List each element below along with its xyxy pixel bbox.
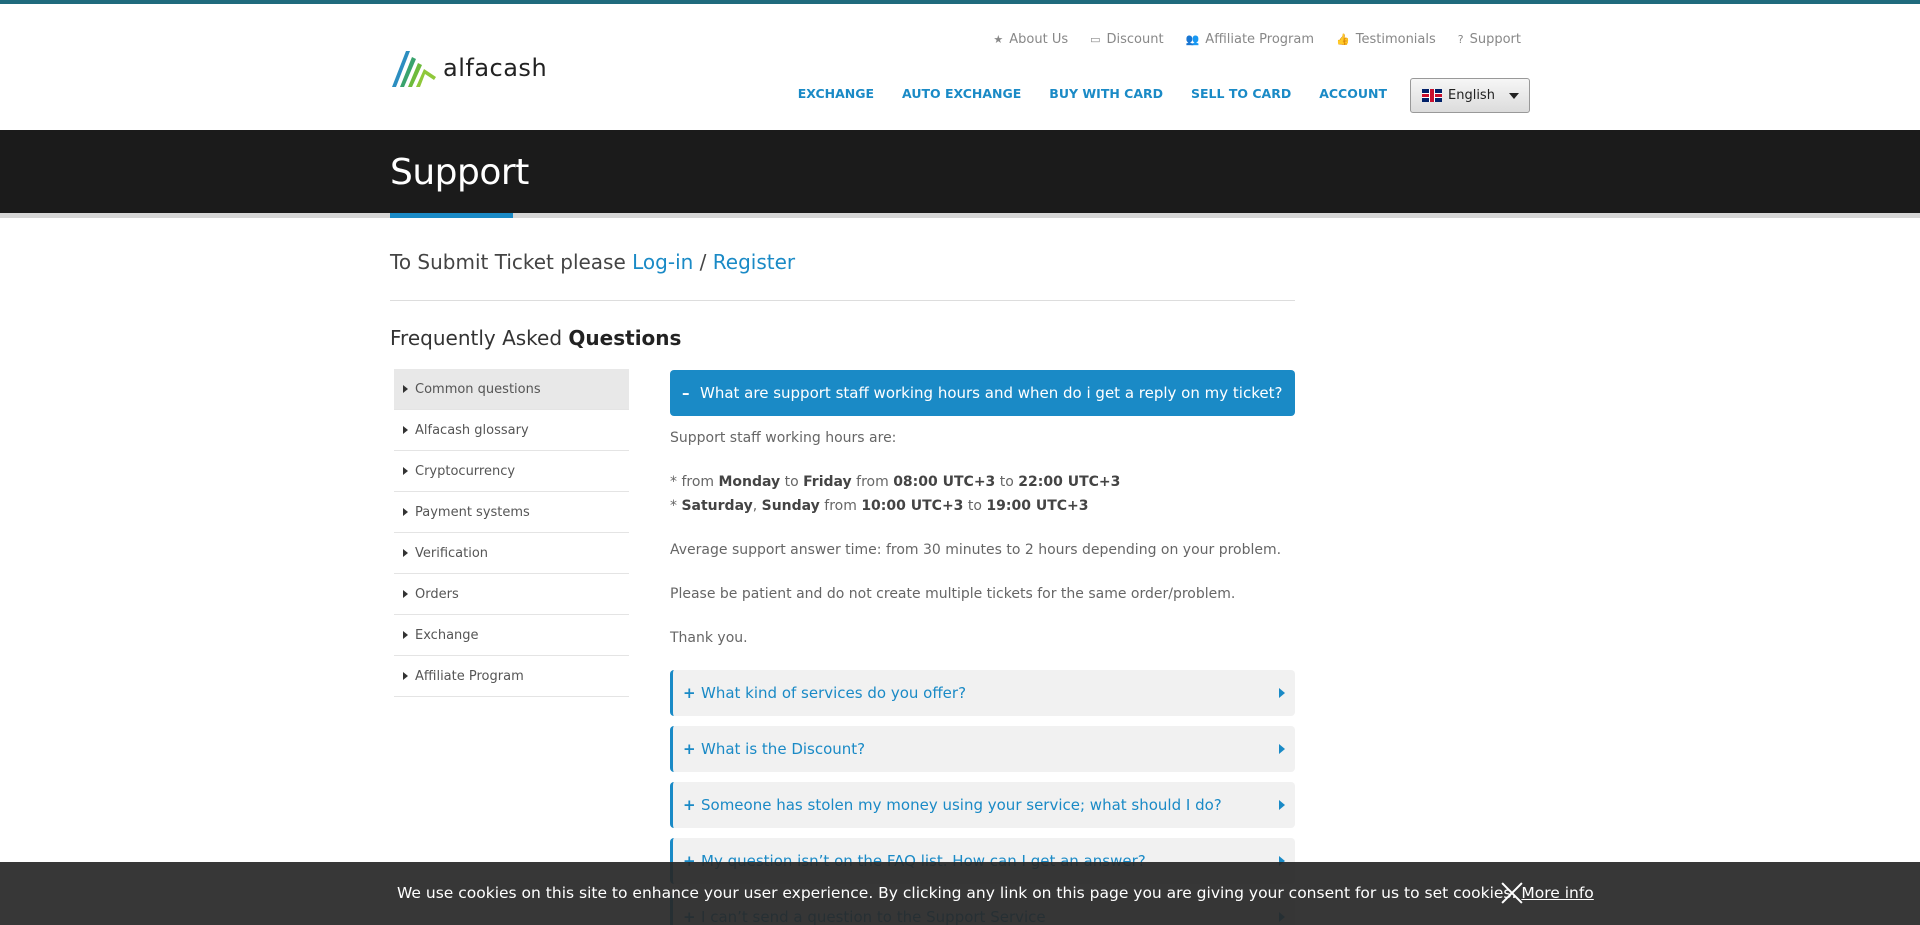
answer-patience: Please be patient and do not create mult… [670,586,1236,602]
answer-thanks: Thank you. [670,630,748,646]
page-banner: Support [0,130,1920,213]
faq-question-open[interactable]: – What are support staff working hours a… [670,370,1295,416]
nav-auto-exchange[interactable]: AUTO EXCHANGE [902,86,1021,101]
top-link-label: Support [1469,32,1521,47]
caret-right-icon [403,590,408,598]
cookie-banner: We use cookies on this site to enhance y… [0,862,1920,925]
logo[interactable]: alfacash [390,47,547,89]
answer-avg-time: Average support answer time: from 30 min… [670,542,1282,558]
caret-right-icon [403,549,408,557]
faq-question-text: What is the Discount? [701,740,866,758]
faq-question-text: What kind of services do you offer? [701,684,967,702]
faq-category-payment-systems[interactable]: Payment systems [394,492,629,533]
nav-account[interactable]: ACCOUNT [1319,86,1387,101]
cookie-text-wrap: We use cookies on this site to enhance y… [397,884,1594,902]
faq-question-closed[interactable]: + Someone has stolen my money using your … [670,782,1295,828]
banner-accent [390,213,513,218]
plus-icon: + [683,740,696,758]
answer-hours: * from Monday to Friday from 08:00 UTC+3… [670,474,1121,514]
thumbs-up-icon: 👍 [1336,33,1350,46]
faq-category-nav: Common questions Alfacash glossary Cryptoc… [394,369,629,697]
discount-icon: ▭ [1090,33,1101,46]
faq-category-label: Cryptocurrency [415,463,516,479]
top-link-support[interactable]: ? Support [1458,32,1521,47]
plus-icon: + [683,796,696,814]
faq-category-alfacash-glossary[interactable]: Alfacash glossary [394,410,629,451]
users-icon: 👥 [1185,33,1200,46]
register-link[interactable]: Register [713,250,795,274]
faq-heading-bold: Questions [568,326,682,350]
page-title: Support [390,152,529,193]
faq-category-cryptocurrency[interactable]: Cryptocurrency [394,451,629,492]
caret-right-icon [1279,688,1285,698]
answer-intro: Support staff working hours are: [670,430,897,446]
submit-ticket-prompt: To Submit Ticket please Log-in / Registe… [390,250,795,274]
top-link-about-us[interactable]: ★ About Us [993,32,1068,47]
faq-category-label: Affiliate Program [415,668,524,684]
top-link-discount[interactable]: ▭ Discount [1090,32,1163,47]
alfacash-logo-icon [392,51,436,87]
nav-exchange[interactable]: EXCHANGE [798,86,874,101]
faq-question-closed[interactable]: + What kind of services do you offer? [670,670,1295,716]
top-links: ★ About Us ▭ Discount 👥 Affiliate Program 👍 Tes… [993,32,1521,47]
nav-buy-with-card[interactable]: BUY WITH CARD [1049,86,1163,101]
faq-category-affiliate-program[interactable]: Affiliate Program [394,656,629,697]
caret-right-icon [1279,800,1285,810]
top-link-label: Testimonials [1355,32,1436,47]
faq-question-closed[interactable]: + What is the Discount? [670,726,1295,772]
faq-category-label: Verification [415,545,489,561]
caret-right-icon [403,467,408,475]
top-link-affiliate-program[interactable]: 👥 Affiliate Program [1186,32,1314,47]
faq-category-label: Orders [415,586,459,602]
plus-icon: + [683,684,696,702]
faq-answer: Support staff working hours are: * from … [670,426,1295,650]
faq-heading: Frequently Asked Questions [390,326,681,350]
faq-question-text: What are support staff working hours and… [700,384,1283,402]
faq-question-text: Someone has stolen my money using your s… [701,796,1222,814]
faq-category-label: Alfacash glossary [415,422,529,438]
caret-right-icon [1279,744,1285,754]
caret-right-icon [403,508,408,516]
faq-category-exchange[interactable]: Exchange [394,615,629,656]
separator: / [699,250,707,274]
submit-prefix: To Submit Ticket please [390,250,626,274]
faq-accordion: – What are support staff working hours a… [670,370,1295,925]
cookie-text: We use cookies on this site to enhance y… [397,884,1517,902]
faq-category-verification[interactable]: Verification [394,533,629,574]
close-icon[interactable] [1501,882,1523,904]
banner-divider [0,213,1920,218]
faq-category-label: Payment systems [415,504,530,520]
star-icon: ★ [993,33,1004,46]
faq-category-label: Exchange [415,627,479,643]
chevron-down-icon [1509,93,1519,99]
caret-right-icon [403,672,408,680]
main-nav: EXCHANGE AUTO EXCHANGE BUY WITH CARD SELL T… [798,86,1387,101]
top-link-testimonials[interactable]: 👍 Testimonials [1336,32,1436,47]
brand-name: alfacash [443,54,548,82]
nav-sell-to-card[interactable]: SELL TO CARD [1191,86,1291,101]
top-link-label: About Us [1009,32,1069,47]
caret-right-icon [403,426,408,434]
uk-flag-icon [1422,89,1442,102]
faq-heading-prefix: Frequently Asked [390,326,563,350]
top-link-label: Discount [1106,32,1164,47]
login-link[interactable]: Log-in [632,250,693,274]
language-label: English [1448,88,1495,103]
top-link-label: Affiliate Program [1205,32,1315,47]
faq-category-label: Common questions [415,381,541,397]
site-header: alfacash ★ About Us ▭ Discount 👥 Affiliate Pr… [0,4,1920,130]
divider [390,300,1295,301]
faq-category-common-questions[interactable]: Common questions [394,369,629,410]
faq-category-orders[interactable]: Orders [394,574,629,615]
language-selector[interactable]: English [1410,78,1530,113]
question-icon: ? [1457,33,1464,46]
more-info-link[interactable]: More info [1521,884,1593,902]
caret-right-icon [403,631,408,639]
minus-icon: – [682,384,690,402]
caret-right-icon [403,385,408,393]
